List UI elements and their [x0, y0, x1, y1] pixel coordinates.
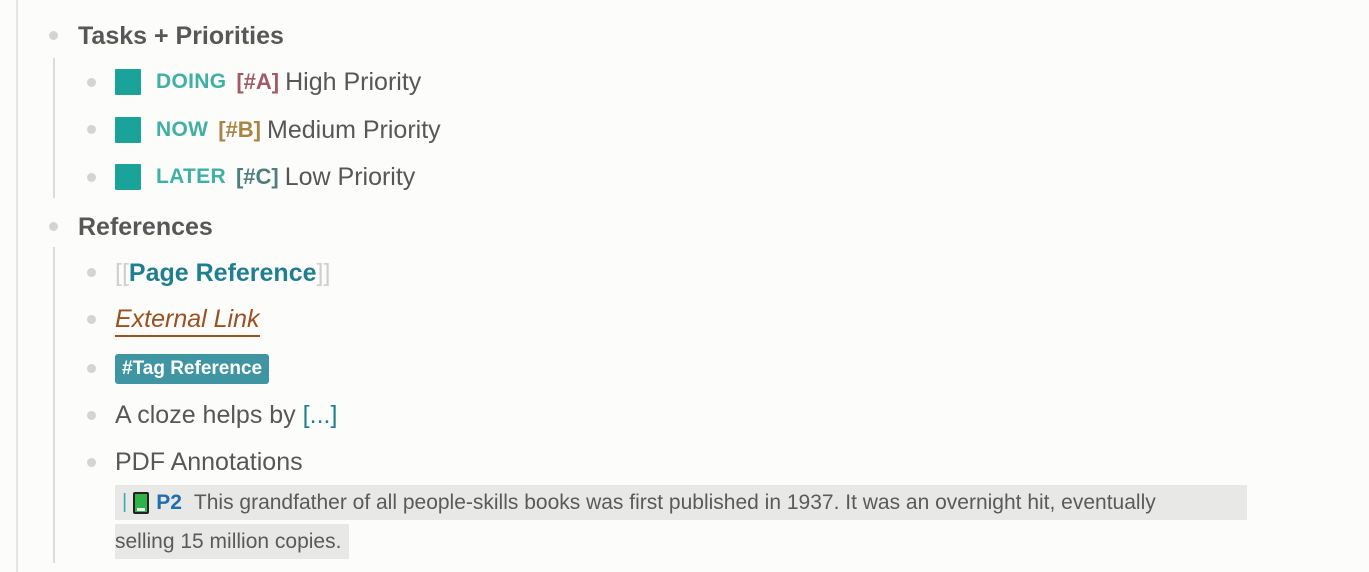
- external-link-block[interactable]: External Link: [115, 303, 260, 339]
- tag-reference-block[interactable]: #Tag Reference: [115, 353, 270, 385]
- references-heading-block[interactable]: References: [78, 211, 213, 243]
- task-item-later[interactable]: LATER [#C] Low Priority: [115, 161, 415, 193]
- pdf-page-number[interactable]: P2: [156, 491, 182, 515]
- task-checkbox[interactable]: [115, 117, 141, 143]
- highlight-text-1: This grandfather of all people-skills bo…: [193, 490, 1156, 514]
- references-children-guide: [53, 247, 55, 563]
- tasks-heading-block[interactable]: Tasks + Priorities: [78, 20, 284, 52]
- task-item-doing[interactable]: DOING [#A] High Priority: [115, 66, 421, 98]
- references-bullet[interactable]: [49, 222, 58, 231]
- pdf-annotations-block[interactable]: PDF Annotations: [115, 446, 303, 478]
- task-marker-later[interactable]: LATER: [156, 165, 226, 189]
- tag-bullet[interactable]: [87, 364, 96, 373]
- tasks-bullet[interactable]: [49, 31, 58, 40]
- task-bullet-later[interactable]: [87, 173, 96, 182]
- page-ref-bullet[interactable]: [87, 268, 96, 277]
- task-marker-doing[interactable]: DOING: [156, 70, 226, 94]
- pdf-highlight-line-2[interactable]: selling 15 million copies.: [115, 524, 350, 559]
- highlight-text-2: selling 15 million copies.: [115, 529, 342, 553]
- highlight-pipe: |: [122, 491, 128, 513]
- priority-b-badge[interactable]: [#B]: [218, 117, 261, 143]
- pdf-annotations-title: PDF Annotations: [115, 447, 303, 476]
- green-book-icon[interactable]: [133, 491, 150, 514]
- pdf-highlight-line-1[interactable]: | P2 This grandfather of all people-skil…: [115, 485, 1247, 520]
- cloze-block[interactable]: A cloze helps by [...]: [115, 399, 337, 431]
- external-link-bullet[interactable]: [87, 315, 96, 324]
- priority-c-badge[interactable]: [#C]: [236, 164, 279, 190]
- cloze-placeholder[interactable]: [...]: [303, 401, 338, 430]
- task-text-high: High Priority: [285, 67, 422, 96]
- page-reference-link[interactable]: Page Reference: [129, 259, 317, 288]
- task-checkbox[interactable]: [115, 69, 141, 95]
- pdf-bullet[interactable]: [87, 458, 96, 467]
- left-gutter-line: [16, 0, 18, 572]
- cloze-bullet[interactable]: [87, 411, 96, 420]
- cloze-text: A cloze helps by: [115, 400, 296, 429]
- page-ref-open-brackets: [[: [115, 258, 129, 287]
- task-text-medium: Medium Priority: [267, 115, 441, 144]
- task-text-low: Low Priority: [284, 162, 416, 191]
- task-item-now[interactable]: NOW [#B] Medium Priority: [115, 114, 441, 146]
- tag-reference[interactable]: #Tag Reference: [115, 354, 270, 384]
- task-marker-now[interactable]: NOW: [156, 118, 208, 142]
- external-link[interactable]: External Link: [115, 305, 260, 337]
- tasks-children-guide: [53, 58, 55, 198]
- task-bullet-now[interactable]: [87, 125, 96, 134]
- page-reference-block[interactable]: [[ Page Reference ]]: [115, 256, 330, 290]
- task-checkbox[interactable]: [115, 164, 141, 190]
- priority-a-badge[interactable]: [#A]: [236, 69, 279, 95]
- page-ref-close-brackets: ]]: [316, 258, 331, 287]
- tasks-heading: Tasks + Priorities: [78, 21, 284, 50]
- task-bullet-doing[interactable]: [87, 78, 96, 87]
- references-heading: References: [78, 212, 213, 241]
